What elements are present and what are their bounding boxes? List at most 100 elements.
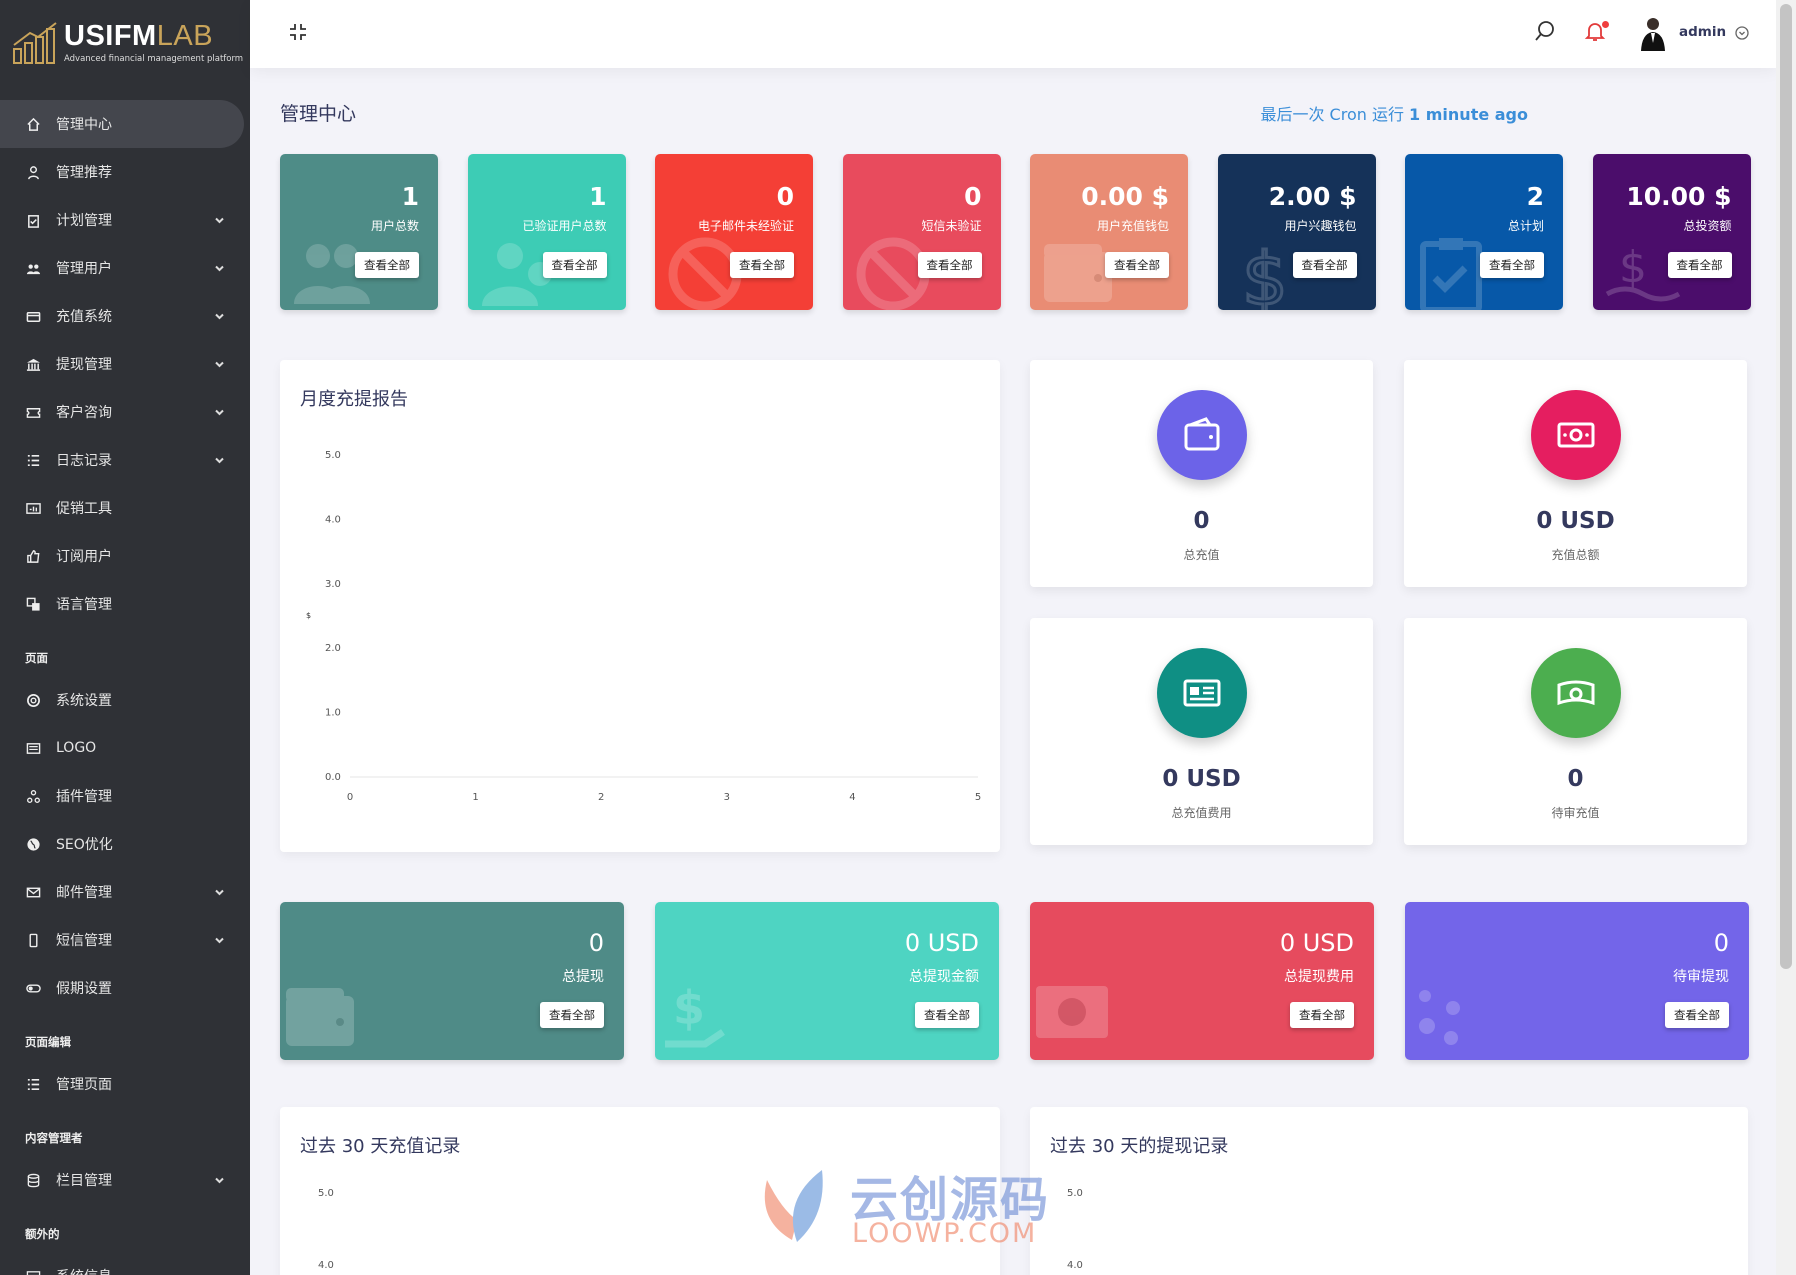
withdraw-stat-card: 0 USD 总提现费用 查看全部: [1030, 902, 1374, 1060]
wallet-icon: [286, 988, 354, 1046]
stat-value: 0.00 $: [1081, 182, 1169, 211]
stat-label: 总投资额: [1683, 219, 1732, 233]
view-all-button[interactable]: 查看全部: [1667, 252, 1732, 278]
sidebar-nav: 管理中心管理推荐计划管理管理用户充值系统 提现管理客户咨询日志记录促销工具订阅用户…: [0, 100, 250, 1275]
sidebar-item-8[interactable]: 日志记录: [0, 436, 250, 484]
sidebar-item-label: 订阅用户: [56, 549, 112, 565]
y-tick: 1.0: [325, 708, 341, 719]
stat-value: 10.00 $: [1626, 182, 1732, 211]
sidebar-item-label: 假期设置: [56, 981, 112, 997]
stat-card: 0 短信未验证 查看全部: [842, 154, 1001, 310]
sidebar-item-5[interactable]: 充值系统: [0, 292, 250, 340]
x-tick: 5: [975, 792, 981, 803]
sidebar-item-5[interactable]: 邮件管理: [0, 868, 250, 916]
search-icon[interactable]: [1534, 20, 1556, 46]
scrollbar-thumb[interactable]: [1780, 4, 1792, 969]
stat-label: 已验证用户总数: [522, 219, 607, 233]
sidebar-item-2[interactable]: LOGO: [0, 724, 250, 772]
summary-label: 充值总额: [1551, 548, 1600, 562]
svg-text:$: $: [1619, 242, 1647, 293]
chevron-down-icon: [214, 454, 225, 470]
y-tick: 3.0: [325, 579, 341, 590]
svg-text:$: $: [673, 981, 705, 1035]
sidebar-item-6[interactable]: 提现管理: [0, 340, 250, 388]
chevron-down-icon[interactable]: [1735, 25, 1749, 44]
sidebar-item-label: 日志记录: [56, 453, 112, 469]
sidebar-item-7[interactable]: 客户咨询: [0, 388, 250, 436]
sidebar-item-1[interactable]: 管理页面: [0, 1060, 250, 1108]
view-all-button[interactable]: 查看全部: [915, 1002, 979, 1028]
sidebar-item-9[interactable]: 促销工具: [0, 484, 250, 532]
collapse-sidebar-icon[interactable]: [288, 22, 308, 46]
view-all-button[interactable]: 查看全部: [1665, 1002, 1729, 1028]
sidebar-item-label: 邮件管理: [56, 885, 112, 901]
view-all-button[interactable]: 查看全部: [1292, 252, 1357, 278]
bank-icon: [25, 356, 42, 373]
money-icon: [1036, 986, 1108, 1038]
withdraw-stat-card: 0 待审提现 查看全部: [1405, 902, 1749, 1060]
svg-text:$: $: [1242, 237, 1288, 310]
stat-label: 总提现费用: [1284, 969, 1354, 985]
summary-card: 0 待审充值: [1404, 618, 1747, 845]
ticket-icon: [25, 404, 42, 421]
promo-icon: [25, 500, 42, 517]
cron-status: 最后一次 Cron 运行 1 minute ago: [1260, 105, 1528, 124]
sidebar-item-4[interactable]: 管理用户: [0, 244, 250, 292]
sidebar-item-label: 客户咨询: [56, 405, 112, 421]
chevron-down-icon: [214, 262, 225, 278]
page-title: 管理中心: [280, 103, 357, 125]
user-name[interactable]: admin: [1679, 24, 1726, 40]
avatar[interactable]: [1638, 15, 1668, 51]
withdraw-stat-card: 0 总提现 查看全部: [280, 902, 624, 1060]
summary-card: 0 USD 总充值费用: [1030, 618, 1373, 845]
sidebar-item-1[interactable]: 系统设置: [0, 676, 250, 724]
sidebar-item-2[interactable]: 管理推荐: [0, 148, 250, 196]
stat-card: 2 总计划 查看全部: [1405, 154, 1563, 310]
monthly-chart: 0.0 1.0 2.0 3.0 4.0 5.0 0 1 2 3 4 5: [325, 450, 981, 803]
sidebar-item-label: 促销工具: [56, 501, 112, 517]
sidebar-item-7[interactable]: 假期设置: [0, 964, 250, 1012]
sidebar-item-label: 管理推荐: [56, 165, 112, 181]
view-all-button[interactable]: 查看全部: [1480, 252, 1544, 278]
sidebar-item-1[interactable]: 栏目管理: [0, 1156, 250, 1204]
chevron-down-icon: [214, 886, 225, 902]
brand[interactable]: USIFMLAB Advanced financial management p…: [0, 0, 250, 86]
dollar-hand-icon: $: [665, 981, 725, 1048]
sidebar-item-1[interactable]: 管理中心: [0, 100, 244, 148]
stat-label: 待审提现: [1673, 969, 1729, 985]
stat-label: 总提现金额: [909, 969, 979, 985]
view-all-button[interactable]: 查看全部: [1290, 1002, 1354, 1028]
stat-card: $10.00 $ 总投资额查看全部: [1592, 154, 1751, 310]
view-all-button[interactable]: 查看全部: [730, 252, 794, 278]
scrollbar[interactable]: [1776, 0, 1796, 1275]
sidebar-item-10[interactable]: 订阅用户: [0, 532, 250, 580]
sidebar-item-11[interactable]: 语言管理: [0, 580, 250, 628]
plugin-icon: [25, 788, 42, 805]
view-all-button[interactable]: 查看全部: [540, 1002, 604, 1028]
language-icon: [25, 596, 42, 613]
globe-icon: [25, 836, 42, 853]
view-all-button[interactable]: 查看全部: [355, 252, 419, 278]
notification-dot: [1602, 21, 1609, 28]
view-all-button[interactable]: 查看全部: [542, 252, 607, 278]
sidebar-item-1[interactable]: 系统信息: [0, 1252, 250, 1275]
brand-tagline: Advanced financial management platform: [64, 54, 244, 64]
sidebar-item-6[interactable]: 短信管理: [0, 916, 250, 964]
sidebar-item-3[interactable]: 插件管理: [0, 772, 250, 820]
deposit-30-title: 过去 30 天充值记录: [300, 1136, 461, 1157]
view-all-button[interactable]: 查看全部: [1105, 252, 1169, 278]
home-icon: [25, 116, 42, 133]
id-card-icon: [1157, 648, 1247, 738]
summary-value: 0: [1567, 766, 1584, 792]
sidebar-item-label: 计划管理: [56, 213, 112, 229]
list-icon: [25, 452, 42, 469]
view-all-button[interactable]: 查看全部: [917, 252, 982, 278]
sidebar-item-3[interactable]: 计划管理: [0, 196, 250, 244]
stat-card: 1 已验证用户总数 查看全部: [467, 154, 626, 310]
y-tick: 5.0: [325, 450, 341, 461]
sidebar-item-4[interactable]: SEO优化: [0, 820, 250, 868]
brand-name: USIFMLAB: [64, 20, 214, 52]
sidebar-item-label: 管理用户: [56, 261, 112, 277]
sidebar-section-heading: 额外的: [25, 1227, 60, 1241]
summary-label: 总充值: [1183, 548, 1220, 562]
